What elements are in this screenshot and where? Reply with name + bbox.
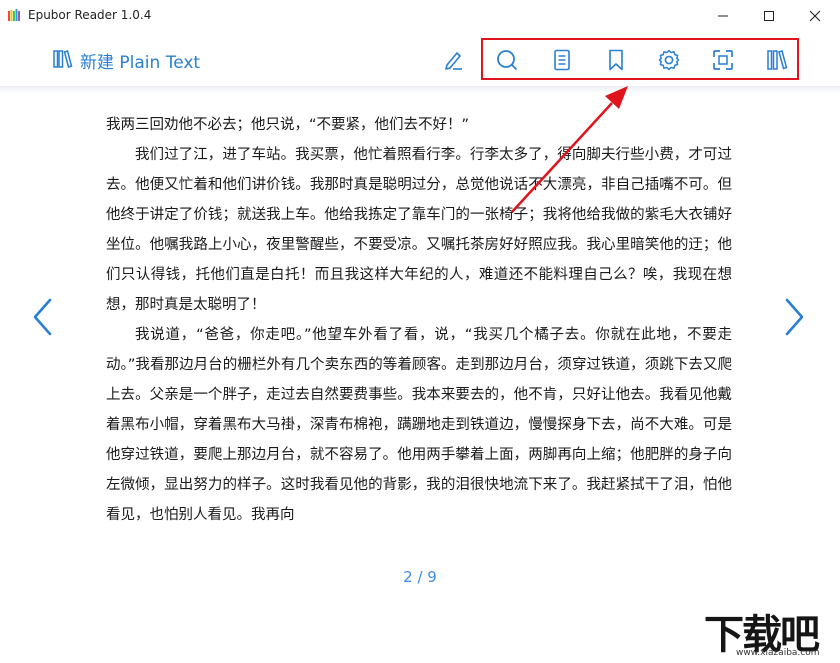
minimize-icon — [718, 15, 728, 17]
bookmark-button[interactable] — [602, 46, 630, 74]
annotate-button[interactable] — [439, 46, 467, 74]
previous-page-button[interactable] — [30, 296, 54, 338]
search-button[interactable] — [493, 46, 521, 74]
paragraph: 我两三回劝他不必去；他只说，“不要紧，他们去不好！” — [106, 117, 470, 133]
toc-button[interactable] — [548, 46, 576, 74]
chevron-left-icon — [33, 298, 52, 336]
watermark-logo: 下载吧 www.xiazaiba.com — [700, 600, 836, 660]
settings-button[interactable] — [655, 46, 683, 74]
maximize-button[interactable] — [746, 0, 792, 32]
next-page-button[interactable] — [783, 296, 807, 338]
watermark-url: www.xiazaiba.com — [736, 648, 820, 658]
library-button[interactable] — [763, 46, 791, 74]
library-icon — [767, 50, 788, 70]
fullscreen-button[interactable] — [709, 46, 737, 74]
title-bar: Epubor Reader 1.0.4 — [0, 0, 840, 32]
page-indicator: 2 / 9 — [403, 568, 437, 586]
maximize-icon — [764, 11, 774, 21]
search-icon — [497, 50, 517, 70]
reading-area: 我两三回劝他不必去；他只说，“不要紧，他们去不好！” 我们过了江，进了车站。我买… — [106, 110, 732, 530]
header-shadow — [0, 86, 840, 94]
bookmark-icon — [609, 49, 623, 71]
paragraph: 我们过了江，进了车站。我买票，他忙着照看行李。行李太多了，得向脚夫行些小费，才可… — [106, 147, 732, 313]
close-button[interactable] — [792, 0, 838, 32]
fullscreen-icon — [713, 50, 733, 70]
window-title: Epubor Reader 1.0.4 — [28, 8, 152, 22]
toc-icon — [554, 49, 570, 71]
pencil-icon — [445, 52, 462, 70]
toolbar-highlight-box — [481, 38, 799, 80]
books-icon — [53, 50, 73, 68]
chevron-right-icon — [785, 298, 804, 336]
close-icon — [809, 10, 821, 22]
back-to-library-button[interactable] — [52, 47, 74, 71]
settings-icon — [658, 49, 680, 71]
minimize-button[interactable] — [700, 0, 746, 32]
app-logo-icon — [8, 9, 20, 21]
paragraph: 我说道，“爸爸，你走吧。”他望车外看了看，说，“我买几个橘子去。你就在此地，不要… — [106, 327, 732, 523]
document-title: 新建 Plain Text — [80, 53, 201, 73]
